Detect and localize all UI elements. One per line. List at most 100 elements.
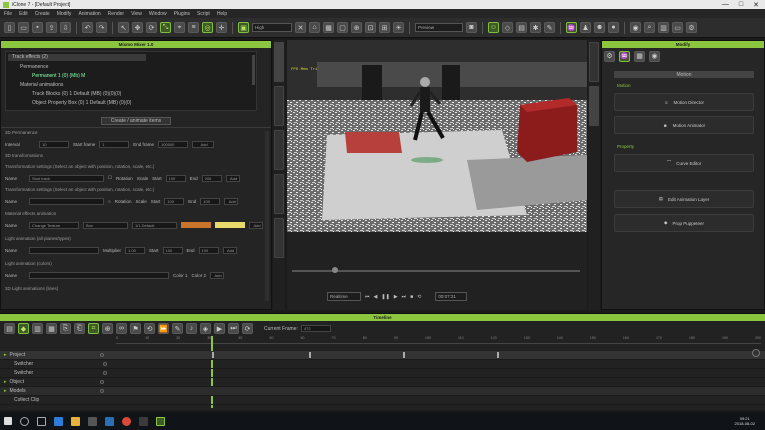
end-frame-field[interactable]: 100000: [158, 140, 189, 148]
playback-mode-dropdown[interactable]: Realtime: [327, 292, 361, 301]
checkbox-icon[interactable]: ☐: [108, 175, 112, 181]
gizmo-icon[interactable]: ◎: [202, 22, 213, 33]
face-icon[interactable]: ☻: [594, 22, 605, 33]
new-file-icon[interactable]: ▯: [4, 22, 15, 33]
system-clock[interactable]: 09:21 2018-08-02: [735, 416, 765, 426]
search-icon[interactable]: ⌕: [644, 22, 655, 33]
app-icon[interactable]: [139, 416, 148, 426]
tree-permanence[interactable]: Permanence: [20, 64, 48, 70]
timeline-link-icon[interactable]: ∞: [116, 323, 127, 334]
name-field[interactable]: Shot track: [29, 174, 104, 182]
menu-create[interactable]: Create: [35, 11, 50, 17]
menu-render[interactable]: Render: [108, 11, 124, 17]
zoom-icon[interactable]: ⊕: [351, 22, 362, 33]
expand-icon[interactable]: ▸: [4, 352, 7, 358]
timeline-tool-icon[interactable]: ▤: [4, 323, 15, 334]
menu-animation[interactable]: Animation: [78, 11, 100, 17]
material-type-dropdown[interactable]: Box: [83, 221, 128, 229]
side-tab-3[interactable]: [274, 130, 284, 170]
pause-icon[interactable]: ❚❚: [381, 294, 389, 300]
task-view-icon[interactable]: [37, 416, 46, 426]
side-tab-5[interactable]: [274, 218, 284, 258]
step-back-icon[interactable]: ◀: [374, 294, 378, 300]
menu-plugins[interactable]: Plugins: [174, 11, 190, 17]
timeline-play-icon[interactable]: ▶: [214, 323, 225, 334]
rotate-tool-icon[interactable]: ⟳: [146, 22, 157, 33]
visibility-icon[interactable]: [99, 353, 104, 357]
layout-icon[interactable]: ▥: [658, 22, 669, 33]
mail-icon[interactable]: [105, 416, 114, 426]
settings-icon[interactable]: ⚙: [686, 22, 697, 33]
track-row[interactable]: Collect Clip: [0, 396, 765, 405]
start-field[interactable]: 100: [165, 174, 186, 182]
multiplier-field[interactable]: 1.00: [125, 246, 146, 254]
edge-icon[interactable]: [54, 416, 63, 426]
timeline-settings-icon[interactable]: [752, 349, 760, 357]
snap-icon[interactable]: ⌖: [174, 22, 185, 33]
expand-icon[interactable]: ▸: [4, 379, 7, 385]
add-button[interactable]: Add: [225, 174, 240, 182]
end-field[interactable]: 100: [198, 246, 219, 254]
menu-edit[interactable]: Edit: [19, 11, 28, 17]
timeline-track-icon[interactable]: ▥: [32, 323, 43, 334]
camera-dropdown[interactable]: Preview: [415, 23, 463, 32]
close-button[interactable]: ✕: [753, 1, 759, 9]
import-icon[interactable]: ⇩: [60, 22, 71, 33]
menu-file[interactable]: File: [4, 11, 12, 17]
motion-animator-button[interactable]: ☻ Motion Animator: [614, 116, 754, 134]
timeline-layer-icon[interactable]: ▦: [46, 323, 57, 334]
timeline-filter-icon[interactable]: ⌗: [88, 323, 99, 334]
puppet-icon[interactable]: ♟: [580, 22, 591, 33]
record-icon[interactable]: ●: [608, 22, 619, 33]
timeline-zoom-icon[interactable]: ⊕: [102, 323, 113, 334]
play-icon[interactable]: ▶: [394, 294, 398, 300]
timeline-speed-icon[interactable]: ⏩: [158, 323, 169, 334]
timeline-audio-icon[interactable]: ♪: [186, 323, 197, 334]
frame-counter[interactable]: 00:07:21: [435, 292, 468, 301]
light-icon[interactable]: ☀: [393, 22, 404, 33]
move-tool-icon[interactable]: ✥: [132, 22, 143, 33]
light-name-field[interactable]: [29, 246, 99, 254]
light-color-name-field[interactable]: [29, 271, 169, 279]
camera-view-icon[interactable]: ▣: [238, 22, 249, 33]
track-row[interactable]: ▸ Models: [0, 387, 765, 396]
timeline-flag-icon[interactable]: ⚑: [130, 323, 141, 334]
iclone-taskbar-icon[interactable]: [156, 416, 165, 426]
attribute-tab-icon[interactable]: ◉: [649, 50, 660, 62]
particle-icon[interactable]: ✱: [530, 22, 541, 33]
side-tab-b[interactable]: [589, 86, 599, 126]
interval-field[interactable]: 10: [39, 140, 69, 148]
motion-icon[interactable]: ♒: [566, 22, 577, 33]
tree-material-animations[interactable]: Material animations: [20, 82, 63, 88]
curve-editor-button[interactable]: ⌒ Curve Editor: [614, 154, 754, 172]
add-button[interactable]: Add: [224, 197, 239, 205]
explorer-icon[interactable]: [71, 416, 80, 426]
add-button[interactable]: Add: [192, 140, 215, 148]
timeline-edit-icon[interactable]: ✎: [172, 323, 183, 334]
panel-scrollbar[interactable]: [265, 131, 269, 301]
visibility-icon[interactable]: [103, 362, 107, 366]
store-icon[interactable]: [88, 416, 97, 426]
timeline-copy-icon[interactable]: ⎘: [60, 323, 71, 334]
grid-icon[interactable]: ▦: [323, 22, 334, 33]
camera-icon[interactable]: ◙: [466, 22, 477, 33]
timeline-paste-icon[interactable]: ⎗: [74, 323, 85, 334]
side-tab-a[interactable]: [589, 42, 599, 82]
checkbox-icon[interactable]: ○: [108, 199, 111, 204]
minimize-button[interactable]: —: [722, 1, 729, 9]
menu-script[interactable]: Script: [197, 11, 210, 17]
menu-help[interactable]: Help: [217, 11, 227, 17]
side-tab-1[interactable]: [274, 42, 284, 82]
visibility-icon[interactable]: [103, 371, 107, 375]
menu-modify[interactable]: Modify: [57, 11, 72, 17]
scene-icon[interactable]: ▤: [516, 22, 527, 33]
visibility-icon[interactable]: [99, 389, 104, 393]
material-default-dropdown[interactable]: 1/1 Default: [132, 221, 177, 229]
tree-permanence-item[interactable]: Permanent 1 (0) (Mb) M: [32, 73, 85, 79]
motion-tab-icon[interactable]: ♒: [619, 50, 630, 62]
settings-tab-icon[interactable]: ⚙: [604, 50, 615, 62]
timeline-repeat-icon[interactable]: ⟳: [242, 323, 253, 334]
loop-icon[interactable]: ⟲: [417, 294, 421, 300]
chrome-icon[interactable]: [122, 416, 131, 426]
align-icon[interactable]: ≡: [188, 22, 199, 33]
